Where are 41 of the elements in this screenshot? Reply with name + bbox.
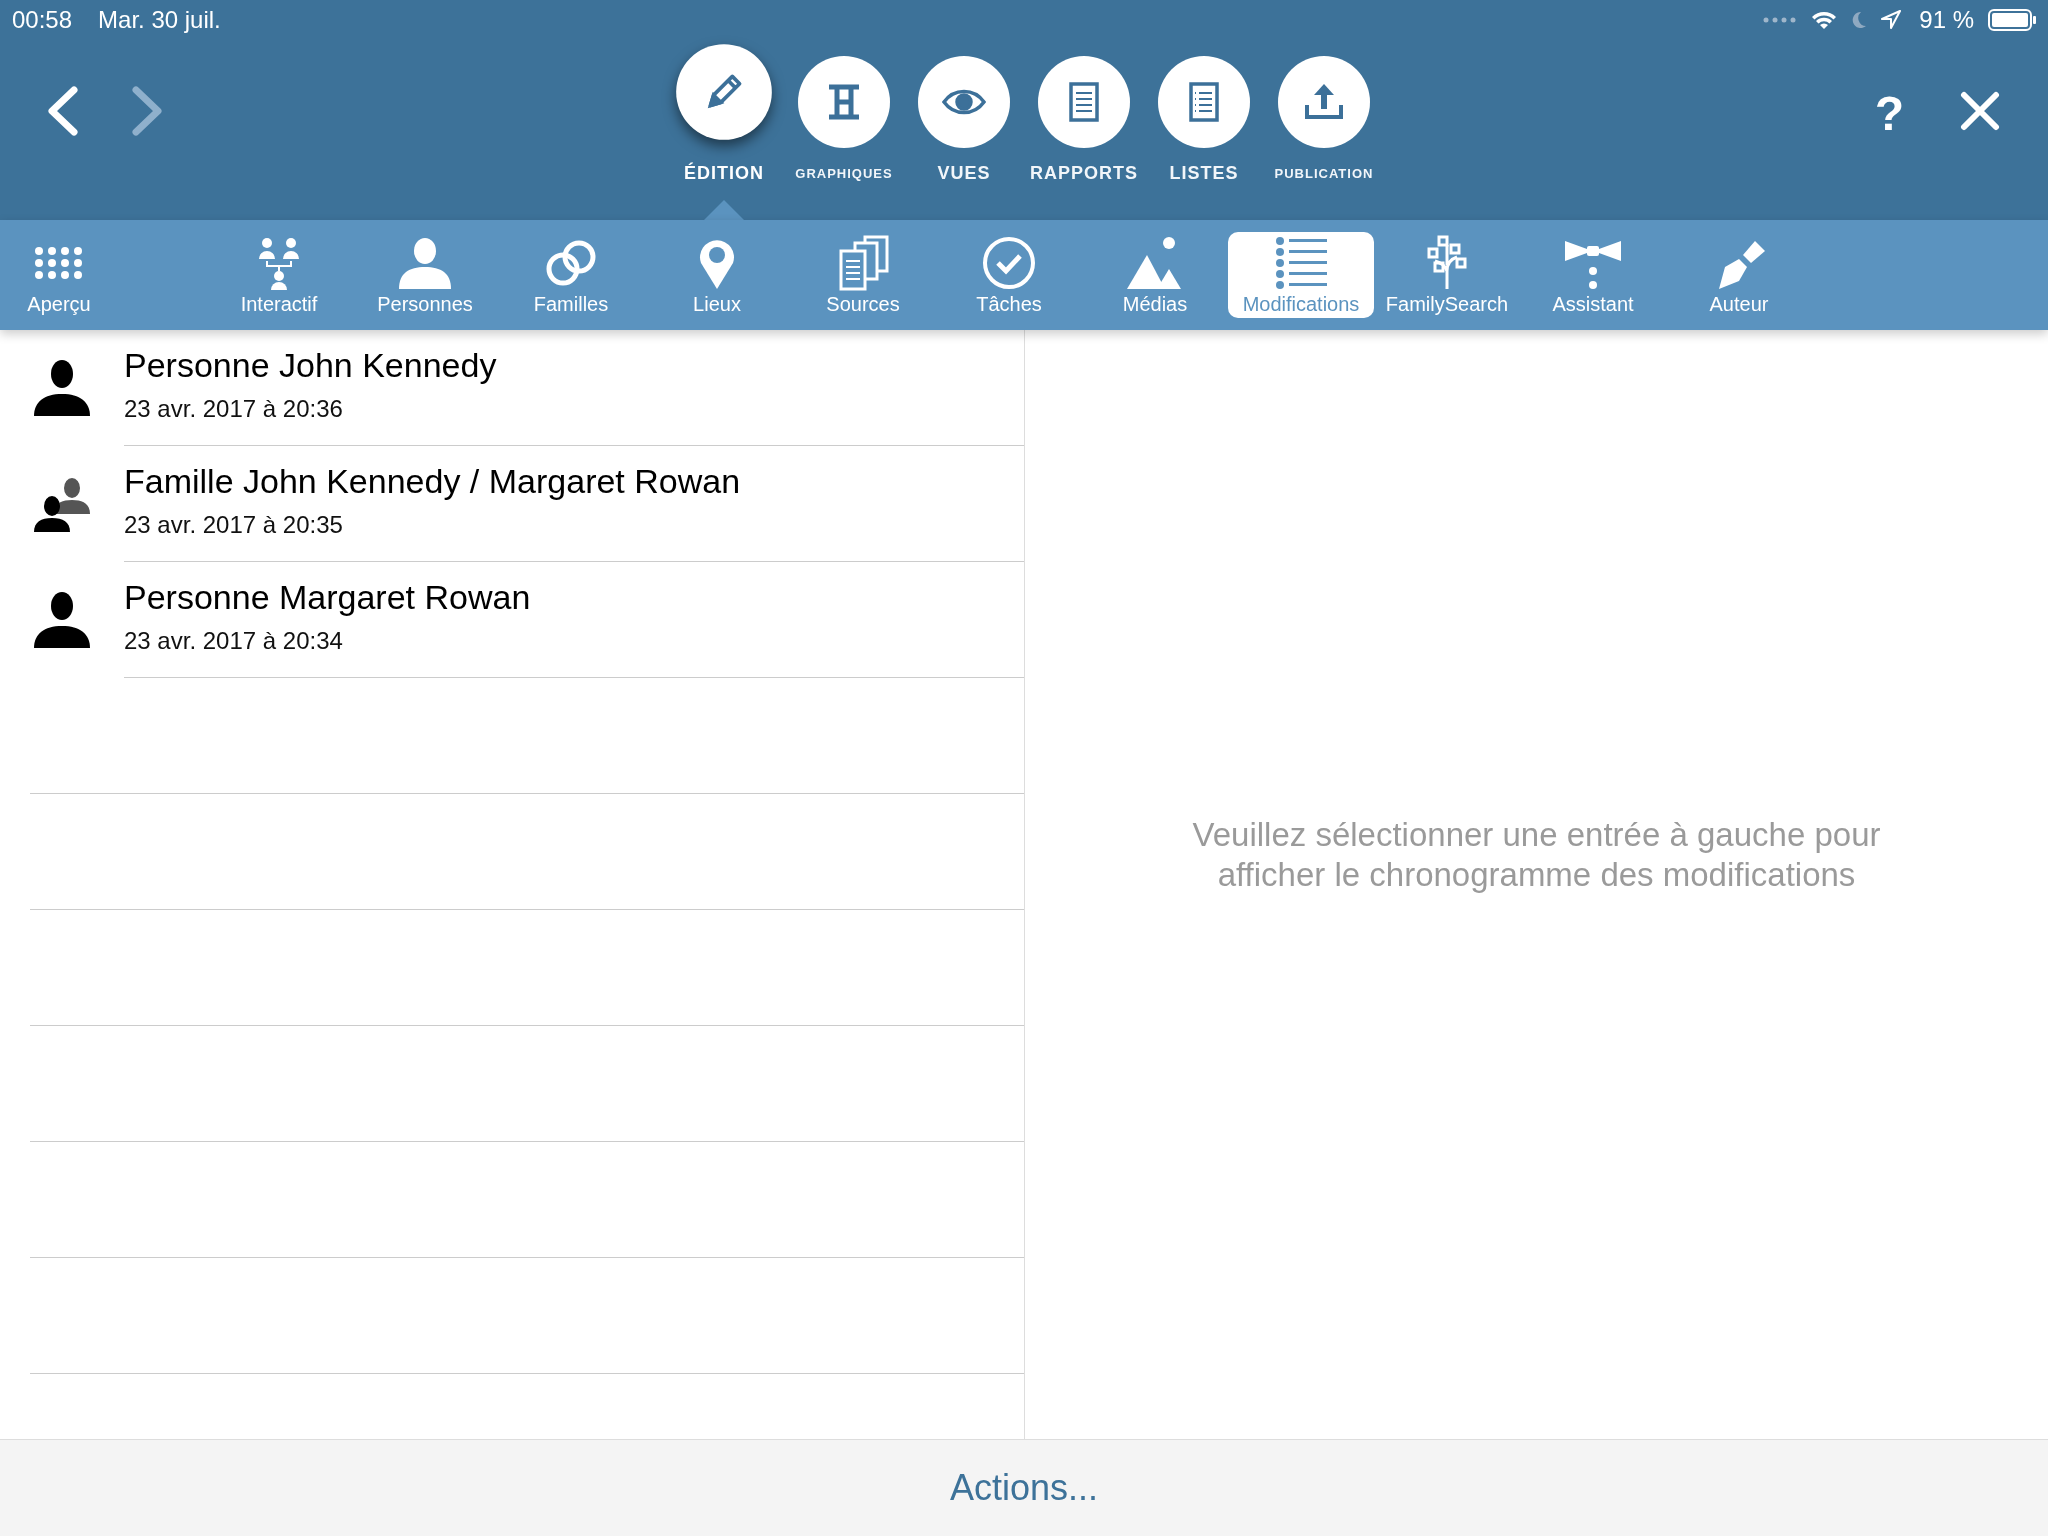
toolbar-item[interactable]: Assistant bbox=[1520, 232, 1666, 318]
main-tab[interactable]: RAPPORTS bbox=[1027, 40, 1141, 220]
status-date: Mar. 30 juil. bbox=[98, 6, 221, 34]
battery-icon bbox=[1988, 9, 2036, 31]
toolbar-item[interactable]: Médias bbox=[1082, 232, 1228, 318]
empty-state-message: Veuillez sélectionner une entrée à gauche pour afficher le chronogramme des modifications bbox=[1191, 814, 1882, 895]
change-row[interactable]: Personne John Kennedy 23 avr. 2017 à 20:36 bbox=[0, 330, 1024, 446]
location-arrow-icon bbox=[1881, 10, 1902, 30]
toolbar-item[interactable]: Tâches bbox=[936, 232, 1082, 318]
change-date: 23 avr. 2017 à 20:36 bbox=[124, 395, 344, 423]
toolbar-item[interactable]: Modifications bbox=[1228, 232, 1374, 318]
signal-dots-icon bbox=[1763, 17, 1798, 23]
toolbar-item[interactable]: Sources bbox=[790, 232, 936, 318]
toolbar-item[interactable]: Aperçu bbox=[0, 232, 118, 318]
change-title: Famille John Kennedy / Margaret Rowan bbox=[124, 462, 742, 501]
change-title: Personne Margaret Rowan bbox=[124, 578, 532, 617]
toolbar-item[interactable]: Familles bbox=[498, 232, 644, 318]
help-button[interactable]: ? bbox=[1874, 86, 1904, 136]
wifi-icon bbox=[1811, 10, 1838, 30]
toolbar-item[interactable]: Auteur bbox=[1666, 232, 1812, 318]
toolbar-item[interactable]: Interactif bbox=[206, 232, 352, 318]
close-button[interactable] bbox=[1960, 91, 2000, 131]
person-icon bbox=[32, 590, 92, 650]
toolbar-item[interactable]: Lieux bbox=[644, 232, 790, 318]
toolbar-item[interactable]: Personnes bbox=[352, 232, 498, 318]
change-date: 23 avr. 2017 à 20:34 bbox=[124, 627, 344, 655]
status-time: 00:58 bbox=[12, 6, 73, 34]
change-title: Personne John Kennedy bbox=[124, 346, 498, 385]
battery-percent: 91 % bbox=[1919, 6, 1974, 34]
change-row[interactable]: Personne Margaret Rowan 23 avr. 2017 à 20:34 bbox=[0, 562, 1024, 678]
main-tab[interactable]: GRAPHIQUES bbox=[787, 40, 901, 220]
toolbar-item[interactable]: FamilySearch bbox=[1374, 232, 1520, 318]
change-date: 23 avr. 2017 à 20:35 bbox=[124, 511, 344, 539]
main-tab[interactable]: PUBLICATION bbox=[1267, 40, 1381, 220]
actions-button[interactable]: Actions... bbox=[949, 1467, 1099, 1509]
back-button[interactable] bbox=[46, 86, 80, 136]
change-row[interactable]: Famille John Kennedy / Margaret Rowan 23 avr. 2017 à 20:35 bbox=[0, 446, 1024, 562]
main-tab[interactable]: VUES bbox=[907, 40, 1021, 220]
moon-icon bbox=[1851, 11, 1868, 29]
person-icon bbox=[32, 358, 92, 418]
main-tab[interactable]: LISTES bbox=[1147, 40, 1261, 220]
